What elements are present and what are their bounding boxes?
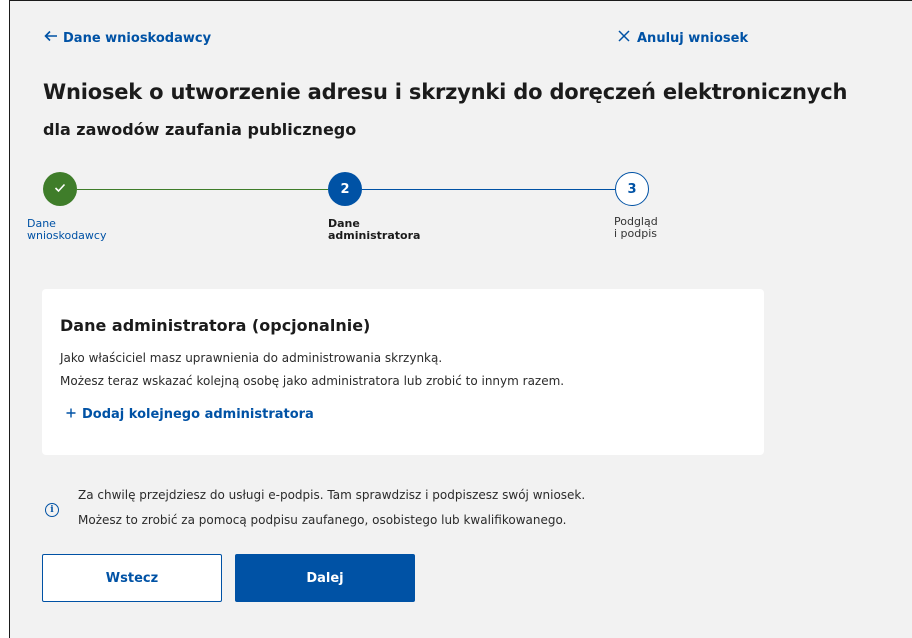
card-description-line-1: Jako właściciel masz uprawnienia do admi… [60,351,443,365]
step-connector-upcoming [362,189,615,190]
card-description-line-2: Możesz teraz wskazać kolejną osobę jako … [60,374,565,388]
card-title: Dane administratora (opcjonalnie) [60,316,371,335]
back-button[interactable]: Wstecz [42,554,222,602]
info-line-1: Za chwilę przejdziesz do usługi e-podpis… [78,488,586,502]
page-title: Wniosek o utworzenie adresu i skrzynki d… [43,80,848,104]
cancel-link-label: Anuluj wniosek [637,30,749,46]
step-connector-completed [77,189,328,190]
page-subtitle: dla zawodów zaufania publicznego [43,120,357,139]
administrator-card: Dane administratora (opcjonalnie) Jako w… [42,289,764,455]
next-button[interactable]: Dalej [235,554,415,602]
back-link-label: Dane wnioskodawcy [63,30,212,46]
close-icon [618,30,630,46]
check-icon [54,182,66,197]
cancel-link[interactable]: Anuluj wniosek [618,30,748,46]
step-1-label: Dane wnioskodawcy [27,217,107,242]
back-link[interactable]: Dane wnioskodawcy [44,30,211,46]
step-3-number: 3 [627,181,637,197]
arrow-left-icon [44,30,58,46]
step-2-label: Dane administratora [328,217,421,242]
step-3-label: Podgląd i podpis [614,215,658,240]
add-administrator-label: Dodaj kolejnego administratora [82,407,314,422]
step-2-number: 2 [340,181,350,197]
info-line-2: Możesz to zrobić za pomocą podpisu zaufa… [78,513,567,527]
add-administrator-link[interactable]: Dodaj kolejnego administratora [66,407,314,422]
plus-icon [66,407,76,422]
progress-stepper: 2 3 Dane wnioskodawcy Dane administrator… [0,170,912,260]
step-2-circle: 2 [328,172,362,206]
info-icon: i [45,503,59,517]
step-1-circle [43,172,77,206]
step-3-circle: 3 [615,172,649,206]
left-margin [0,0,9,638]
